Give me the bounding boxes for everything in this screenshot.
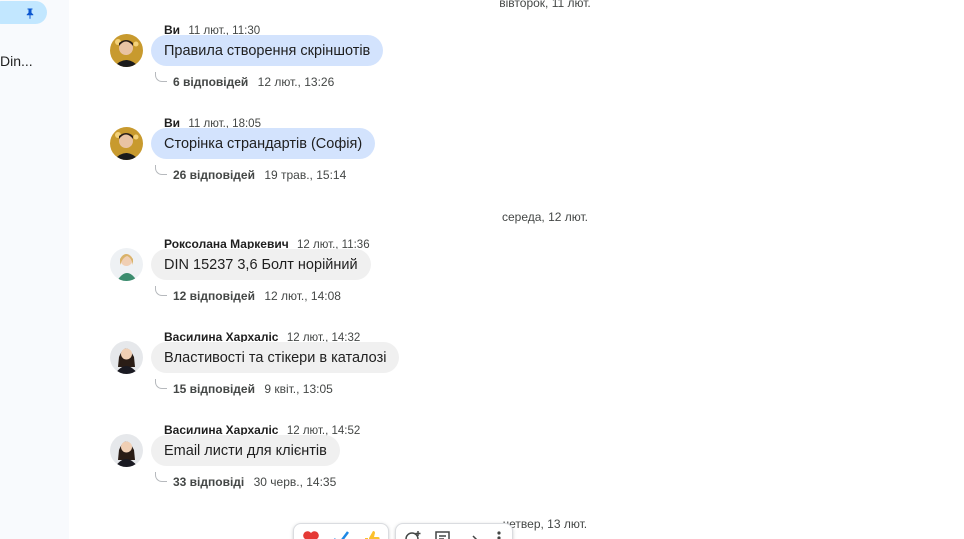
thread-connector	[155, 165, 167, 175]
avatar[interactable]	[110, 248, 143, 281]
last-reply-time: 12 лют., 14:08	[264, 289, 341, 303]
last-reply-time: 30 черв., 14:35	[253, 475, 337, 489]
thread-replies-link[interactable]: 26 відповідей 19 трав., 15:14	[173, 168, 346, 182]
message-item: Василина Хархаліс 12 лют., 14:52 Email л…	[110, 423, 710, 513]
reply-count: 26 відповідей	[173, 168, 255, 182]
date-divider: середа, 12 лют.	[501, 210, 589, 224]
message-item: Василина Хархаліс 12 лют., 14:32 Властив…	[110, 330, 710, 420]
more-icon[interactable]	[494, 530, 504, 539]
message-bubble[interactable]: Сторінка страндартів (Софія)	[151, 128, 376, 159]
thread-replies-link[interactable]: 6 відповідей 12 лют., 13:26	[173, 75, 334, 89]
reply-count: 6 відповідей	[173, 75, 249, 89]
avatar[interactable]	[110, 34, 143, 67]
thread-connector	[155, 72, 167, 82]
message-actions	[395, 523, 513, 539]
message-item: Ви 11 лют., 18:05 Сторінка страндартів (…	[110, 116, 710, 206]
reply-count: 15 відповідей	[173, 382, 255, 396]
last-reply-time: 19 трав., 15:14	[264, 168, 347, 182]
chat-page: Din... вівторок, 11 лют. середа, 12 лют.…	[0, 0, 964, 539]
avatar[interactable]	[110, 434, 143, 467]
add-reaction-icon[interactable]	[404, 530, 422, 539]
check-icon[interactable]	[332, 530, 350, 539]
message-hover-toolbar	[293, 523, 513, 539]
reply-count: 12 відповідей	[173, 289, 255, 303]
thread-connector	[155, 286, 167, 296]
message-bubble[interactable]: Властивості та стікери в каталозі	[151, 342, 400, 373]
thread-replies-link[interactable]: 12 відповідей 12 лют., 14:08	[173, 289, 341, 303]
reply-in-thread-icon[interactable]	[434, 530, 452, 539]
thumbs-up-icon[interactable]	[362, 530, 380, 539]
last-reply-time: 12 лют., 13:26	[257, 75, 335, 89]
forward-icon[interactable]	[464, 530, 482, 539]
message-item: Ви 11 лют., 11:30 Правила створення скрі…	[110, 23, 710, 113]
avatar[interactable]	[110, 341, 143, 374]
message-bubble[interactable]: DIN 15237 3,6 Болт норійний	[151, 249, 371, 280]
last-reply-time: 9 квіт., 13:05	[264, 382, 333, 396]
sidebar: Din...	[0, 0, 69, 539]
thread-replies-link[interactable]: 33 відповіді 30 черв., 14:35	[173, 475, 336, 489]
thread-connector	[155, 472, 167, 482]
avatar[interactable]	[110, 127, 143, 160]
message-bubble[interactable]: Правила створення скріншотів	[151, 35, 384, 66]
sidebar-item-truncated[interactable]: Din...	[0, 53, 33, 69]
pin-icon	[24, 7, 36, 19]
date-divider: вівторок, 11 лют.	[499, 0, 591, 10]
reply-count: 33 відповіді	[173, 475, 245, 489]
pinned-filter-button[interactable]	[0, 1, 47, 24]
message-bubble[interactable]: Email листи для клієнтів	[151, 435, 340, 466]
quick-reactions	[293, 523, 389, 539]
message-item: Роксолана Маркевич 12 лют., 11:36 DIN 15…	[110, 237, 710, 327]
thread-connector	[155, 379, 167, 389]
heart-icon[interactable]	[302, 530, 320, 539]
thread-replies-link[interactable]: 15 відповідей 9 квіт., 13:05	[173, 382, 333, 396]
